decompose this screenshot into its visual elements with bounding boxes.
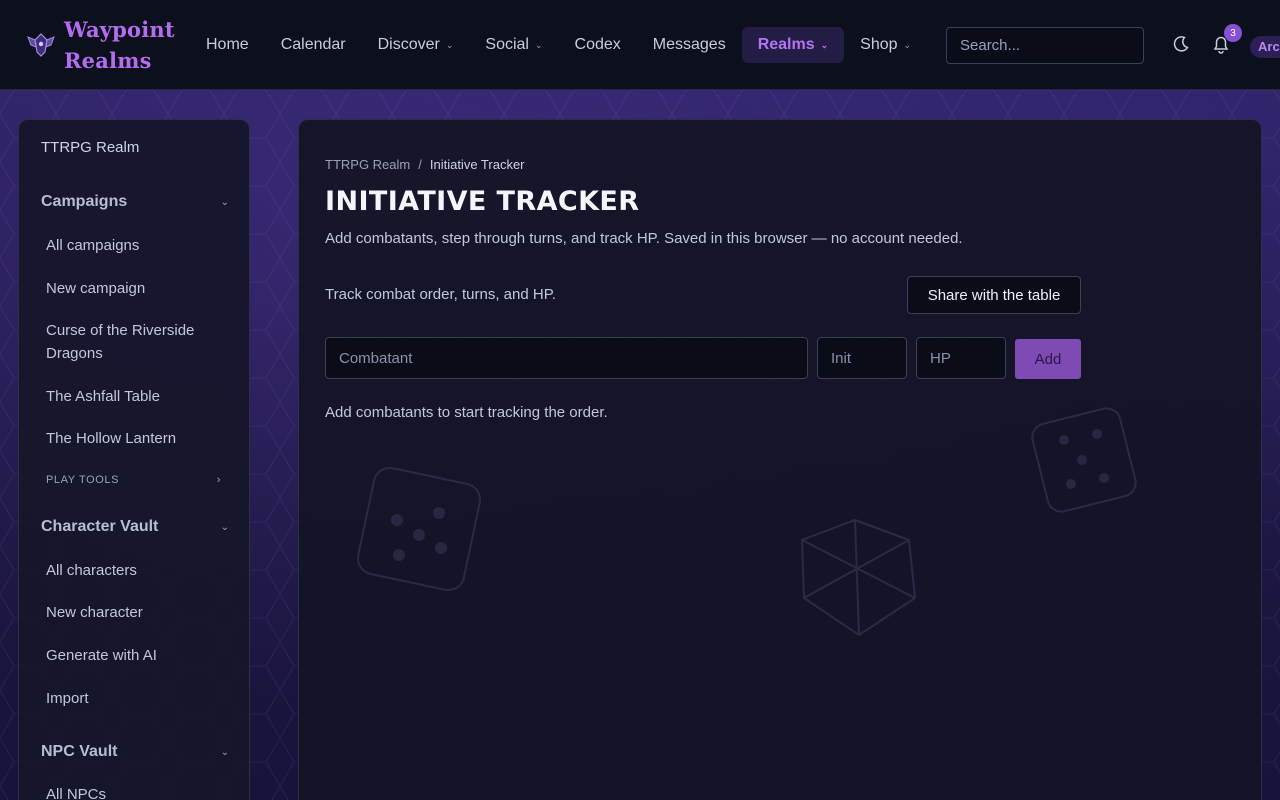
search-input[interactable] xyxy=(946,27,1144,64)
tracker-description: Track combat order, turns, and HP. xyxy=(325,286,556,303)
nav-discover[interactable]: Discover ⌄ xyxy=(362,27,470,63)
chevron-down-icon: ⌄ xyxy=(220,521,229,533)
top-navbar: Waypoint Realms Home Calendar Discover ⌄ … xyxy=(0,0,1280,90)
breadcrumb-current: Initiative Tracker xyxy=(429,157,525,172)
nav-messages[interactable]: Messages xyxy=(637,27,742,63)
chevron-right-icon: › xyxy=(216,474,221,486)
winged-helm-icon xyxy=(27,33,55,57)
add-combatant-button[interactable]: Add xyxy=(1015,339,1081,379)
nav-shop-label: Shop xyxy=(860,36,898,53)
initiative-input[interactable] xyxy=(817,337,907,379)
moon-icon[interactable] xyxy=(1170,33,1192,55)
dice-decoration xyxy=(356,407,1137,637)
chevron-down-icon: ⌄ xyxy=(220,196,229,208)
page-title: INITIATIVE TRACKER xyxy=(325,186,640,217)
nav-codex-label: Codex xyxy=(574,36,621,53)
nav-realms-label: Realms xyxy=(757,36,815,53)
breadcrumb-separator: / xyxy=(418,157,422,172)
breadcrumb-parent[interactable]: TTRPG Realm xyxy=(325,157,410,172)
brand-name-line1: Waypoint xyxy=(64,17,175,42)
chevron-down-icon: ⌄ xyxy=(220,746,229,758)
sidebar-item-new-campaign[interactable]: New campaign xyxy=(46,277,231,300)
sidebar-section-label: NPC Vault xyxy=(41,743,118,760)
nav-home[interactable]: Home xyxy=(190,27,265,63)
breadcrumb: TTRPG Realm / Initiative Tracker xyxy=(325,157,525,172)
sidebar-item-campaign[interactable]: Curse of the Riverside Dragons xyxy=(46,319,231,365)
nav-codex[interactable]: Codex xyxy=(559,27,637,63)
sidebar-section-npc-vault[interactable]: NPC Vault ⌄ xyxy=(41,743,229,761)
nav-home-label: Home xyxy=(206,36,249,53)
chevron-down-icon: ⌄ xyxy=(534,39,543,50)
empty-state-text: Add combatants to start tracking the ord… xyxy=(325,404,608,421)
sidebar: TTRPG Realm Campaigns ⌄ All campaigns Ne… xyxy=(18,119,250,800)
brand-logo[interactable]: Waypoint Realms xyxy=(26,14,175,76)
sidebar-item-campaign[interactable]: The Ashfall Table xyxy=(46,385,231,408)
sidebar-section-label: Campaigns xyxy=(41,193,128,210)
main-nav: Home Calendar Discover ⌄ Social ⌄ Codex Me… xyxy=(190,27,927,63)
nav-calendar-label: Calendar xyxy=(280,36,346,53)
nav-messages-label: Messages xyxy=(652,36,726,53)
chevron-down-icon: ⌄ xyxy=(903,39,912,50)
share-button[interactable]: Share with the table xyxy=(907,276,1081,314)
sidebar-item-new-character[interactable]: New character xyxy=(46,601,231,624)
nav-discover-label: Discover xyxy=(377,36,440,53)
sidebar-section-label: Character Vault xyxy=(41,518,159,535)
user-menu-chip[interactable]: Arc xyxy=(1250,36,1280,58)
main-panel: TTRPG Realm / Initiative Tracker INITIATIV… xyxy=(298,119,1262,800)
sidebar-item-all-npcs[interactable]: All NPCs xyxy=(46,783,231,800)
hp-input[interactable] xyxy=(916,337,1006,379)
nav-social-label: Social xyxy=(485,36,529,53)
sidebar-item-play-tools[interactable]: PLAY TOOLS › xyxy=(46,474,221,486)
sidebar-item-campaign[interactable]: The Hollow Lantern xyxy=(46,427,231,450)
nav-calendar[interactable]: Calendar xyxy=(265,27,362,63)
sidebar-item-import[interactable]: Import xyxy=(46,687,231,710)
nav-realms[interactable]: Realms ⌄ xyxy=(741,27,845,63)
brand-name-line2: Realms xyxy=(64,48,152,73)
sidebar-subsection-label: PLAY TOOLS xyxy=(46,474,120,486)
sidebar-realm-title[interactable]: TTRPG Realm xyxy=(41,139,139,156)
sidebar-item-generate-ai[interactable]: Generate with AI xyxy=(46,644,231,667)
page-subtitle: Add combatants, step through turns, and … xyxy=(325,230,963,247)
chevron-down-icon: ⌄ xyxy=(445,39,454,50)
notification-badge: 3 xyxy=(1224,24,1242,42)
chevron-down-icon: ⌄ xyxy=(820,39,829,50)
sidebar-section-character-vault[interactable]: Character Vault ⌄ xyxy=(41,518,229,536)
combatant-input[interactable] xyxy=(325,337,808,379)
sidebar-section-campaigns[interactable]: Campaigns ⌄ xyxy=(41,193,229,211)
sidebar-item-all-campaigns[interactable]: All campaigns xyxy=(46,234,231,257)
sidebar-item-all-characters[interactable]: All characters xyxy=(46,559,231,582)
nav-shop[interactable]: Shop ⌄ xyxy=(844,27,927,63)
nav-social[interactable]: Social ⌄ xyxy=(469,27,558,63)
